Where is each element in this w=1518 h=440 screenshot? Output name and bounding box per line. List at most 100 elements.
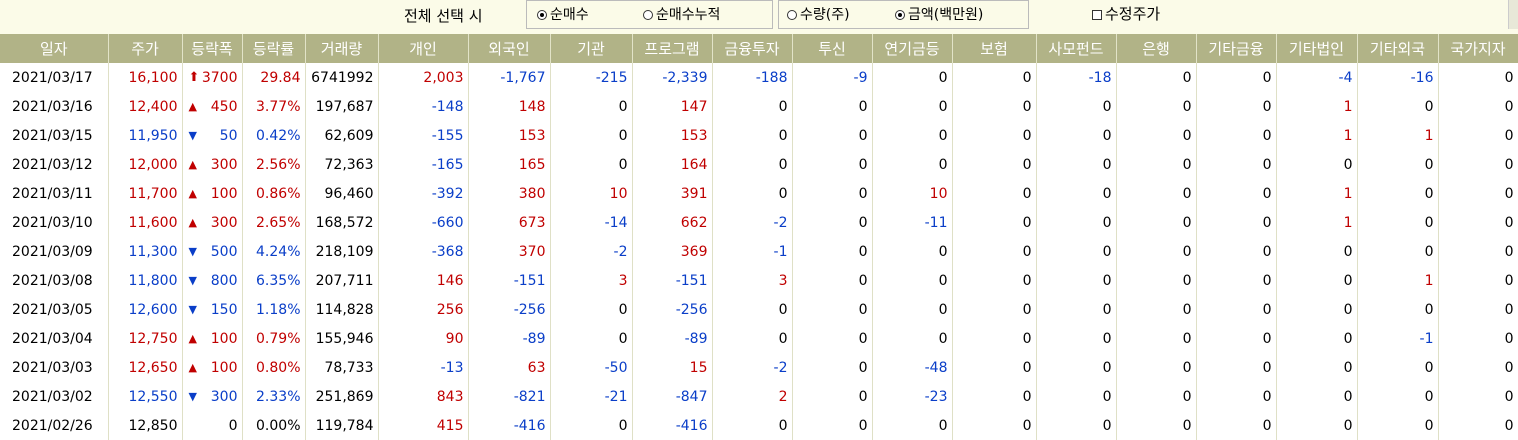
table-row[interactable]: 2021/03/11 11,700 ▲ 100 0.86% 96,460 -392 380 10… <box>0 179 1518 208</box>
table-row[interactable]: 2021/03/04 12,750 ▲ 100 0.79% 155,946 90 -89 0 -8… <box>0 324 1518 353</box>
investor-value-cell: -151 <box>468 266 551 295</box>
investor-value-cell: 0 <box>712 150 793 179</box>
column-header[interactable]: 외국인 <box>468 34 551 63</box>
down-arrow-icon: ▼ <box>188 274 197 287</box>
change-cell: ▼ 300 <box>182 382 243 411</box>
table-row[interactable]: 2021/03/10 11,600 ▲ 300 2.65% 168,572 -660 673-… <box>0 208 1518 237</box>
date-cell: 2021/03/17 <box>0 63 109 92</box>
column-header[interactable]: 등락률 <box>242 34 306 63</box>
investor-value-cell: -392 <box>378 179 469 208</box>
investor-value-cell: 0 <box>1036 92 1117 121</box>
investor-value-cell: 0 <box>792 324 873 353</box>
net-buy-cumulative-radio[interactable]: 순매수누적 <box>643 5 720 25</box>
column-header[interactable]: 금융투자 <box>712 34 793 63</box>
price-cell: 12,600 <box>108 295 183 324</box>
investor-value-cell: 0 <box>952 411 1037 440</box>
change-value: 3700 <box>201 69 238 86</box>
column-header[interactable]: 기타법인 <box>1276 34 1358 63</box>
table-row[interactable]: 2021/03/17 16,100 ⬆ 3700 29.84 6741992 2,003 -1… <box>0 63 1518 92</box>
investor-value-cell: 0 <box>792 295 873 324</box>
investor-value-cell: 0 <box>1357 353 1439 382</box>
toolbar: 전체 선택 시 순매수 순매수누적 수량(주) 금액(백만원) 수정주가 <box>0 0 1518 34</box>
table-row[interactable]: 2021/03/09 11,300 ▼ 500 4.24% 218,109 -368 370-… <box>0 237 1518 266</box>
price-cell: 12,850 <box>108 411 183 440</box>
table-row[interactable]: 2021/02/26 12,850 0 0.00% 119,784 415 -416 0 -41… <box>0 411 1518 440</box>
investor-value-cell: 415 <box>378 411 469 440</box>
column-header[interactable]: 거래량 <box>305 34 379 63</box>
up-arrow-icon: ▲ <box>188 158 197 171</box>
investor-value-cell: 0 <box>1196 353 1277 382</box>
volume-cell: 6741992 <box>305 63 379 92</box>
investor-value-cell: 0 <box>1438 324 1518 353</box>
investor-value-cell: 0 <box>712 92 793 121</box>
investor-value-cell: 0 <box>1357 208 1439 237</box>
table-row[interactable]: 2021/03/15 11,950 ▼ 50 0.42% 62,609 -155 153 0 15… <box>0 121 1518 150</box>
investor-value-cell: 0 <box>1276 150 1358 179</box>
change-cell: ▲ 450 <box>182 92 243 121</box>
investor-value-cell: -1 <box>1357 324 1439 353</box>
investor-value-cell: 0 <box>1196 411 1277 440</box>
investor-value-cell: 0 <box>550 411 633 440</box>
investor-value-cell: 0 <box>1036 150 1117 179</box>
column-header[interactable]: 주가 <box>108 34 183 63</box>
table-row[interactable]: 2021/03/08 11,800 ▼ 800 6.35% 207,711 146 -151 3… <box>0 266 1518 295</box>
change-cell: ⬆ 3700 <box>182 63 243 92</box>
column-header[interactable]: 사모펀드 <box>1036 34 1117 63</box>
column-header[interactable]: 보험 <box>952 34 1037 63</box>
column-header[interactable]: 등락폭 <box>182 34 243 63</box>
table-row[interactable]: 2021/03/05 12,600 ▼ 150 1.18% 114,828 256 -256 0… <box>0 295 1518 324</box>
column-header[interactable]: 은행 <box>1116 34 1197 63</box>
table-row[interactable]: 2021/03/03 12,650 ▲ 100 0.80% 78,733 -13 63 -50 1… <box>0 353 1518 382</box>
column-header[interactable]: 프로그램 <box>632 34 713 63</box>
column-header[interactable]: 기타금융 <box>1196 34 1277 63</box>
accumulation-option-group: 순매수 순매수누적 <box>526 0 773 29</box>
investor-value-cell: 0 <box>1036 208 1117 237</box>
investor-value-cell: 147 <box>632 92 713 121</box>
investor-value-cell: 0 <box>872 266 953 295</box>
investor-value-cell: 0 <box>1438 150 1518 179</box>
table-row[interactable]: 2021/03/02 12,550 ▼ 300 2.33% 251,869 843 -821-… <box>0 382 1518 411</box>
investor-value-cell: 0 <box>872 411 953 440</box>
investor-value-cell: 0 <box>792 237 873 266</box>
date-cell: 2021/03/04 <box>0 324 109 353</box>
column-header[interactable]: 연기금등 <box>872 34 953 63</box>
column-header[interactable]: 투신 <box>792 34 873 63</box>
down-arrow-icon: ▼ <box>188 245 197 258</box>
change-rate-cell: 2.33% <box>242 382 306 411</box>
column-header[interactable]: 기타외국 <box>1357 34 1439 63</box>
price-cell: 12,750 <box>108 324 183 353</box>
change-value: 100 <box>210 359 238 376</box>
investor-value-cell: 165 <box>468 150 551 179</box>
column-header[interactable]: 기관 <box>550 34 633 63</box>
investor-value-cell: -89 <box>632 324 713 353</box>
change-cell: ▼ 800 <box>182 266 243 295</box>
investor-value-cell: 0 <box>1276 324 1358 353</box>
price-cell: 11,800 <box>108 266 183 295</box>
investor-trading-table: 일자 주가 등락폭 등락률 거래량 개인 외국인 기관 프로그램 금융투자 투신 연기금등 보험 사모펀드… <box>0 34 1518 440</box>
date-cell: 2021/03/05 <box>0 295 109 324</box>
investor-value-cell: 0 <box>1276 382 1358 411</box>
table-row[interactable]: 2021/03/12 12,000 ▲ 300 2.56% 72,363 -165 165 0 1… <box>0 150 1518 179</box>
net-buy-radio[interactable]: 순매수 <box>537 5 589 25</box>
column-header[interactable]: 개인 <box>378 34 469 63</box>
investor-value-cell: -18 <box>1036 63 1117 92</box>
investor-value-cell: 0 <box>952 63 1037 92</box>
change-cell: ▼ 500 <box>182 237 243 266</box>
change-cell: ▲ 100 <box>182 353 243 382</box>
column-header[interactable]: 국가지자 <box>1438 34 1518 63</box>
column-header[interactable]: 일자 <box>0 34 109 63</box>
unit-option-group: 수량(주) 금액(백만원) <box>778 0 1029 29</box>
table-row[interactable]: 2021/03/16 12,400 ▲ 450 3.77% 197,687 -148 148 0… <box>0 92 1518 121</box>
quantity-radio[interactable]: 수량(주) <box>787 5 850 25</box>
adjusted-price-checkbox[interactable]: 수정주가 <box>1092 4 1160 24</box>
amount-radio[interactable]: 금액(백만원) <box>895 5 983 25</box>
investor-value-cell: -148 <box>378 92 469 121</box>
investor-value-cell: 0 <box>1276 295 1358 324</box>
investor-value-cell: 256 <box>378 295 469 324</box>
up-arrow-icon: ▲ <box>188 361 197 374</box>
volume-cell: 62,609 <box>305 121 379 150</box>
date-cell: 2021/03/03 <box>0 353 109 382</box>
change-cell: 0 <box>182 411 243 440</box>
investor-value-cell: 164 <box>632 150 713 179</box>
investor-value-cell: 0 <box>1438 179 1518 208</box>
